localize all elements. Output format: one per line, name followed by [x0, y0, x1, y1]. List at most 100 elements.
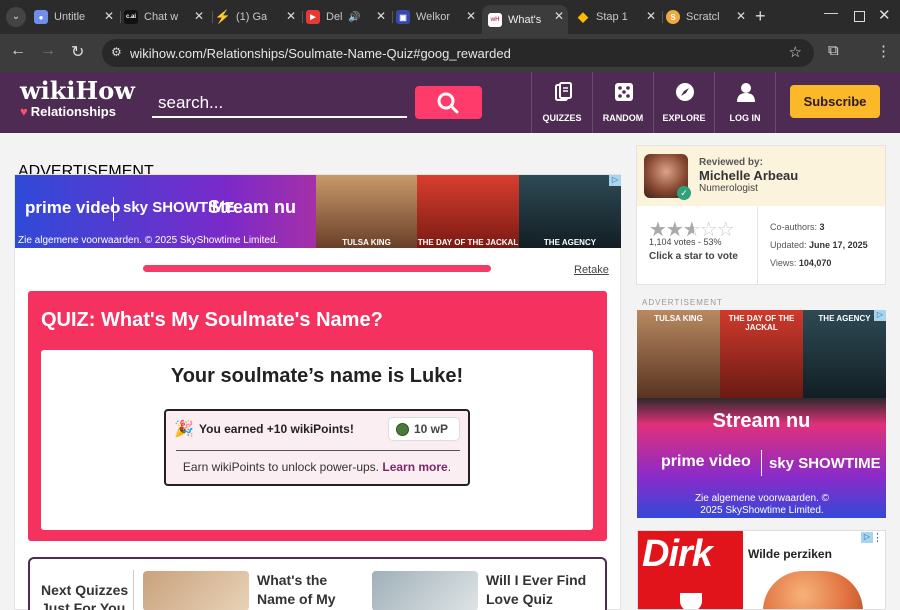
- tab-title: Untitle: [54, 11, 86, 23]
- extensions-icon[interactable]: ⧉: [828, 42, 839, 59]
- forward-icon[interactable]: →: [40, 42, 56, 60]
- ad-menu-icon[interactable]: ⋮: [872, 531, 883, 544]
- welkom-favicon-icon: ▣: [396, 10, 410, 24]
- ad-movie-title: TULSA KING: [654, 314, 703, 323]
- dice-icon: [615, 83, 633, 101]
- browser-tab-5[interactable]: ▣ Welkor ✕: [396, 5, 480, 29]
- site-logo[interactable]: wikiHow ♥ Relationships: [20, 78, 140, 123]
- views-value: 104,070: [798, 258, 832, 268]
- nav-label: EXPLORE: [662, 113, 706, 123]
- youtube-favicon-icon: ▶: [306, 10, 320, 24]
- back-icon[interactable]: ←: [10, 42, 26, 60]
- divider: [133, 570, 134, 610]
- browser-tab-active[interactable]: wH What's ✕: [482, 5, 568, 34]
- search-button[interactable]: [415, 86, 482, 119]
- next-quiz-link[interactable]: Will I Ever Find Love Quiz: [486, 571, 596, 609]
- reviewed-by-label: Reviewed by:: [699, 157, 763, 168]
- dirk-logo: Dirk: [642, 533, 713, 575]
- quiz-result-text: Your soulmate’s name is Luke!: [170, 365, 464, 387]
- new-tab-icon[interactable]: +: [755, 6, 766, 27]
- wikihow-favicon-icon: wH: [488, 12, 502, 27]
- sidebar-ad[interactable]: TULSA KING THE DAY OF THE JACKAL THE AGE…: [637, 310, 886, 518]
- browser-tab-2[interactable]: c.ai Chat w ✕: [124, 5, 208, 29]
- click-star-text: Click a star to vote: [649, 251, 738, 262]
- next-quizzes-heading: Next Quizzes Just For You: [41, 582, 129, 610]
- views-label: Views:: [770, 258, 797, 268]
- close-tab-icon[interactable]: ✕: [286, 9, 296, 23]
- ad-cta: Stream nu: [712, 410, 811, 432]
- tab-title: Welkor: [416, 11, 450, 23]
- ad-choices-icon[interactable]: ▷: [874, 310, 886, 321]
- browser-tab-1[interactable]: ● Untitle ✕: [34, 5, 118, 29]
- tab-title: (1) Ga: [236, 11, 268, 23]
- site-info-icon[interactable]: ⚙: [111, 45, 122, 59]
- quiz-thumbnail[interactable]: [372, 571, 478, 610]
- nav-label: LOG IN: [729, 113, 761, 123]
- close-tab-icon[interactable]: ✕: [194, 9, 204, 23]
- tab-title: Chat w: [144, 11, 178, 23]
- peach-image: [763, 571, 863, 609]
- close-tab-icon[interactable]: ✕: [736, 9, 746, 23]
- lightning-favicon-icon: ⚡: [214, 9, 232, 24]
- subscribe-button[interactable]: Subscribe: [790, 85, 880, 118]
- bookmark-star-icon[interactable]: ☆: [789, 43, 802, 61]
- learn-more-link[interactable]: Learn more: [382, 460, 447, 474]
- menu-dots-icon[interactable]: ⋮: [876, 42, 891, 60]
- party-icon: 🎉: [174, 421, 194, 438]
- minimize-icon[interactable]: —: [824, 4, 838, 20]
- tab-title: Del: [326, 11, 343, 23]
- ad-label: ADVERTISEMENT: [642, 298, 723, 307]
- maximize-icon[interactable]: [854, 11, 865, 22]
- nav-label: RANDOM: [602, 113, 644, 123]
- banner-ad[interactable]: prime video sky SHOWTIME Stream nu Zie a…: [15, 175, 621, 248]
- earn-info: Earn wikiPoints to unlock power-ups. Lea…: [166, 460, 468, 474]
- updated-value: June 17, 2025: [809, 240, 868, 250]
- divider: [757, 207, 758, 285]
- character-ai-favicon-icon: c.ai: [124, 10, 138, 24]
- nav-explore[interactable]: EXPLORE: [653, 72, 714, 133]
- coauthors-label: Co-authors:: [770, 222, 818, 232]
- nav-quizzes[interactable]: QUIZZES: [531, 72, 592, 133]
- close-tab-icon[interactable]: ✕: [646, 9, 656, 23]
- close-tab-icon[interactable]: ✕: [104, 9, 114, 23]
- close-tab-icon[interactable]: ✕: [376, 9, 386, 23]
- tab-search-button[interactable]: ⌄: [6, 7, 26, 27]
- close-tab-icon[interactable]: ✕: [554, 9, 564, 23]
- next-quiz-link[interactable]: What's the Name of My: [257, 571, 357, 609]
- coin-icon: [396, 422, 409, 436]
- logo-text: wikiHow: [20, 76, 135, 105]
- browser-tab-8[interactable]: S Scratcl ✕: [666, 5, 750, 29]
- ad-disclaimer: Zie algemene voorwaarden. © 2025 SkyShow…: [694, 493, 830, 516]
- coauthors-value[interactable]: 3: [820, 222, 825, 232]
- retake-link[interactable]: Retake: [574, 264, 609, 276]
- stap-favicon-icon: ◆: [578, 9, 588, 24]
- nav-random[interactable]: RANDOM: [592, 72, 653, 133]
- user-icon: [737, 83, 755, 102]
- ad-movie-poster: [637, 310, 720, 398]
- dirk-ad[interactable]: Dirk Wilde perziken ▷ ⋮: [637, 530, 886, 610]
- star-rating[interactable]: ☆☆☆☆☆ ★★★★★: [649, 217, 745, 241]
- quiz-thumbnail[interactable]: [143, 571, 249, 610]
- quiz-title: QUIZ: What's My Soulmate's Name?: [41, 309, 383, 331]
- browser-tab-7[interactable]: ◆ Stap 1 ✕: [576, 5, 660, 29]
- updated-label: Updated:: [770, 240, 807, 250]
- stats: Co-authors: 3 Updated: June 17, 2025 Vie…: [770, 218, 868, 272]
- ad-choices-icon[interactable]: ▷: [609, 175, 621, 186]
- ad-brand-prime: prime video: [661, 453, 751, 470]
- nav-login[interactable]: LOG IN: [714, 72, 776, 133]
- speaker-icon[interactable]: 🔊: [348, 12, 360, 23]
- reviewer-name[interactable]: Michelle Arbeau: [699, 168, 798, 183]
- category-label: Relationships: [30, 104, 116, 119]
- dirk-product-text: Wilde perziken: [748, 547, 832, 561]
- earned-text: You earned +10 wikiPoints!: [199, 422, 354, 436]
- reload-icon[interactable]: ↻: [71, 42, 84, 62]
- close-tab-icon[interactable]: ✕: [466, 9, 476, 23]
- tab-title: Scratcl: [686, 11, 720, 23]
- search-input[interactable]: search...: [152, 88, 407, 118]
- ad-brand-sky: sky SHOWTIME: [769, 455, 881, 472]
- close-window-icon[interactable]: ✕: [878, 6, 891, 24]
- browser-tab-4[interactable]: ▶ Del 🔊 ✕: [306, 5, 390, 29]
- address-bar[interactable]: ⚙ wikihow.com/Relationships/Soulmate-Nam…: [102, 39, 814, 67]
- earn-text: Earn wikiPoints to unlock power-ups.: [182, 460, 380, 474]
- browser-tab-3[interactable]: ⚡ (1) Ga ✕: [214, 5, 300, 29]
